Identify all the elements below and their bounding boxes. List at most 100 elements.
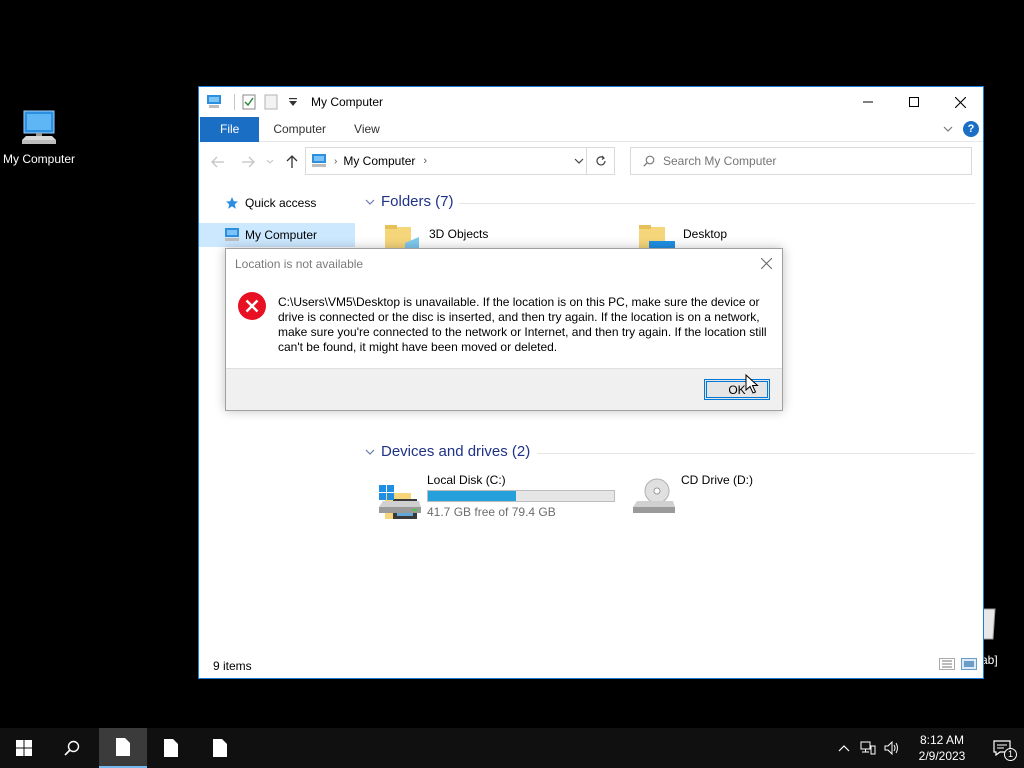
drive-item-cd[interactable]: CD Drive (D:): [631, 473, 753, 517]
star-icon: [223, 195, 241, 211]
dialog-message: C:\Users\VM5\Desktop is unavailable. If …: [278, 295, 767, 354]
forward-arrow-icon: [242, 156, 255, 168]
clock[interactable]: 8:12 AM 2/9/2023: [904, 732, 980, 764]
folder-label: 3D Objects: [429, 227, 489, 241]
clock-time: 8:12 AM: [919, 733, 965, 747]
close-icon: [954, 96, 966, 108]
ribbon-right-controls: ?: [943, 121, 979, 137]
close-icon: [760, 257, 772, 269]
chevron-up-icon: [838, 745, 850, 752]
title-bar[interactable]: My Computer: [199, 87, 983, 117]
system-tray: 8:12 AM 2/9/2023 1: [832, 728, 1024, 768]
folders-group-header[interactable]: Folders (7): [365, 193, 454, 210]
search-icon: [643, 155, 655, 167]
document-icon: [116, 738, 130, 756]
view-buttons: [939, 658, 977, 673]
drive-info: CD Drive (D:): [681, 473, 753, 517]
forward-button[interactable]: [239, 153, 257, 171]
nav-item-quick-access[interactable]: Quick access: [199, 191, 355, 215]
minimize-icon: [863, 101, 873, 103]
windows-drive-icon: [377, 473, 423, 517]
group-divider: [537, 453, 975, 454]
drive-free-space: 41.7 GB free of 79.4 GB: [427, 505, 556, 519]
drive-name: CD Drive (D:): [681, 473, 753, 487]
ok-button[interactable]: OK: [704, 379, 770, 400]
navigation-bar: › My Computer ›: [199, 145, 983, 179]
document-icon: [213, 739, 227, 757]
separator: [234, 94, 235, 110]
minimize-button[interactable]: [845, 87, 891, 117]
chevron-down-icon: [365, 443, 375, 460]
dialog-close-button[interactable]: [758, 255, 774, 271]
volume-icon[interactable]: [880, 728, 904, 768]
group-divider: [459, 203, 975, 204]
up-button[interactable]: [283, 153, 301, 171]
drive-name: Local Disk (C:): [427, 473, 506, 487]
breadcrumb-separator-icon[interactable]: ›: [334, 156, 337, 167]
expand-ribbon-icon[interactable]: [943, 122, 953, 136]
new-folder-icon[interactable]: [263, 94, 279, 110]
maximize-icon: [909, 97, 919, 107]
address-bar[interactable]: › My Computer ›: [305, 147, 615, 175]
error-icon: [237, 291, 267, 321]
dialog-title: Location is not available: [235, 257, 364, 271]
chevron-down-icon: [365, 193, 375, 210]
windows-logo-icon: [16, 740, 32, 756]
nav-item-label: Quick access: [245, 196, 317, 210]
show-hidden-icons-button[interactable]: [832, 728, 856, 768]
drive-item-local-disk[interactable]: Local Disk (C:) 41.7 GB free of 79.4 GB: [377, 473, 615, 519]
large-icons-view-icon[interactable]: [961, 658, 977, 673]
refresh-icon: [595, 155, 606, 166]
breadcrumb-separator-icon[interactable]: ›: [423, 155, 427, 167]
item-count: 9 items: [213, 659, 252, 673]
action-center-button[interactable]: 1: [980, 728, 1024, 768]
taskbar-app-3[interactable]: [196, 728, 244, 768]
devices-group-header[interactable]: Devices and drives (2): [365, 443, 530, 460]
start-button[interactable]: [0, 728, 48, 768]
breadcrumb-my-computer[interactable]: My Computer: [343, 154, 415, 168]
cd-drive-icon: [631, 473, 677, 517]
details-view-icon[interactable]: [939, 658, 955, 673]
network-icon[interactable]: [856, 728, 880, 768]
window-title: My Computer: [311, 95, 384, 109]
quick-access-toolbar: [199, 87, 307, 117]
drive-info: Local Disk (C:) 41.7 GB free of 79.4 GB: [427, 473, 615, 519]
search-box[interactable]: [630, 147, 972, 175]
devices-group-title: Devices and drives (2): [381, 443, 531, 460]
back-button[interactable]: [209, 153, 227, 171]
desktop-icon-my-computer[interactable]: My Computer: [0, 108, 78, 180]
folder-label: Desktop: [683, 227, 728, 241]
maximize-button[interactable]: [891, 87, 937, 117]
back-arrow-icon: [211, 156, 224, 168]
search-icon: [64, 740, 80, 756]
tab-file[interactable]: File: [200, 116, 260, 142]
dialog-footer: OK: [226, 368, 782, 410]
notification-count-badge: 1: [1004, 748, 1017, 761]
close-button[interactable]: [937, 87, 983, 117]
status-bar: 9 items: [199, 654, 983, 678]
desktop-icon-label: My Computer: [2, 152, 76, 166]
tab-computer[interactable]: Computer: [259, 117, 340, 142]
computer-icon: [223, 227, 241, 243]
document-icon: [164, 739, 178, 757]
nav-item-my-computer[interactable]: My Computer: [199, 223, 355, 247]
refresh-button[interactable]: [586, 148, 614, 174]
mouse-cursor-icon: [745, 373, 759, 394]
computer-icon: [310, 154, 328, 168]
caption-buttons: [845, 87, 983, 117]
search-input[interactable]: [663, 154, 953, 168]
computer-icon: [206, 94, 222, 110]
tab-view[interactable]: View: [340, 117, 394, 142]
taskbar-app-explorer[interactable]: [99, 728, 147, 768]
address-dropdown-icon[interactable]: [574, 154, 584, 168]
nav-item-label: My Computer: [245, 228, 318, 242]
clock-date: 2/9/2023: [918, 749, 966, 763]
drive-usage-bar: [427, 490, 615, 502]
taskbar: 8:12 AM 2/9/2023 1: [0, 728, 1024, 768]
taskbar-app-2[interactable]: [147, 728, 195, 768]
properties-icon[interactable]: [241, 94, 257, 110]
customize-toolbar-dropdown-icon[interactable]: [285, 94, 301, 110]
search-button[interactable]: [48, 728, 96, 768]
help-icon[interactable]: ?: [963, 121, 979, 137]
recent-locations-button[interactable]: [261, 153, 279, 171]
